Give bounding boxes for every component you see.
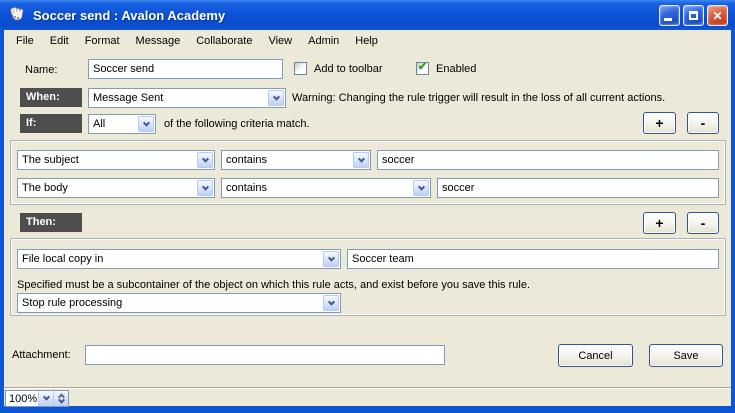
chevron-down-icon[interactable] — [323, 295, 339, 311]
chevron-glyph — [417, 183, 424, 190]
then-add-action-button[interactable]: + — [643, 212, 676, 234]
action-note-text: Specified must be a subcontainer of the … — [17, 279, 530, 291]
menu-admin[interactable]: Admin — [300, 32, 347, 50]
enabled-label: Enabled — [436, 63, 476, 75]
glove-app-icon — [7, 5, 27, 25]
criterion-field-value: The body — [18, 182, 197, 194]
second-action-select[interactable]: Stop rule processing — [17, 293, 341, 313]
attachment-input[interactable] — [85, 345, 445, 365]
menu-message[interactable]: Message — [128, 32, 189, 50]
chevron-down-icon — [57, 397, 64, 404]
menu-format[interactable]: Format — [77, 32, 128, 50]
add-to-toolbar-label: Add to toolbar — [314, 63, 383, 75]
close-icon[interactable]: ✕ — [707, 5, 728, 26]
chevron-down-icon[interactable] — [353, 152, 369, 168]
criterion-operator-select[interactable]: contains — [221, 178, 431, 198]
name-input[interactable] — [88, 59, 283, 79]
chevron-glyph — [357, 155, 364, 162]
criterion-field-select[interactable]: The body — [17, 178, 215, 198]
titlebar[interactable]: Soccer send : Avalon Academy ✕ — [0, 0, 735, 30]
chevron-glyph — [142, 119, 149, 126]
attachment-label: Attachment: — [12, 349, 71, 361]
minimize-icon[interactable] — [659, 5, 680, 26]
action-type-value: File local copy in — [18, 253, 323, 265]
maximize-icon[interactable] — [683, 5, 704, 26]
criterion-operator-value: contains — [222, 154, 353, 166]
add-to-toolbar-checkbox[interactable] — [294, 62, 307, 75]
menu-help[interactable]: Help — [347, 32, 386, 50]
menu-edit[interactable]: Edit — [42, 32, 77, 50]
statusbar-divider — [4, 387, 731, 389]
action-type-select[interactable]: File local copy in — [17, 249, 341, 269]
enabled-checkbox[interactable]: ✔ — [416, 62, 429, 75]
cancel-button[interactable]: Cancel — [558, 344, 633, 367]
maximize-glyph — [689, 11, 698, 20]
if-match-select[interactable]: All — [88, 114, 156, 134]
if-match-value: All — [89, 118, 138, 130]
chevron-glyph — [201, 155, 208, 162]
criterion-field-select[interactable]: The subject — [17, 150, 215, 170]
when-trigger-value: Message Sent — [89, 92, 268, 104]
chevron-glyph — [272, 93, 279, 100]
zoom-chevron-down-icon[interactable] — [38, 391, 53, 406]
name-label: Name: — [25, 64, 57, 76]
zoom-control: 100% — [5, 390, 69, 407]
close-glyph: ✕ — [712, 10, 722, 22]
criteria-groupbox: The subject contains The body contains — [10, 140, 726, 205]
then-remove-action-button[interactable]: - — [687, 212, 719, 234]
chevron-down-icon[interactable] — [413, 180, 429, 196]
criterion-field-value: The subject — [18, 154, 197, 166]
actions-groupbox: File local copy in Specified must be a s… — [10, 238, 726, 316]
when-trigger-select[interactable]: Message Sent — [88, 88, 286, 108]
second-action-value: Stop rule processing — [18, 297, 323, 309]
if-remove-criterion-button[interactable]: - — [687, 112, 719, 134]
action-target-input[interactable] — [347, 249, 719, 269]
if-add-criterion-button[interactable]: + — [643, 112, 676, 134]
rule-editor-window: Soccer send : Avalon Academy ✕ File Edit… — [0, 0, 735, 413]
criterion-operator-value: contains — [222, 182, 413, 194]
chevron-down-icon[interactable] — [323, 251, 339, 267]
chevron-glyph — [327, 254, 334, 261]
menu-view[interactable]: View — [260, 32, 300, 50]
zoom-level-value: 100% — [6, 391, 38, 406]
enabled-check-glyph: ✔ — [418, 62, 427, 73]
criterion-operator-select[interactable]: contains — [221, 150, 371, 170]
save-button[interactable]: Save — [649, 344, 723, 367]
minimize-glyph — [664, 18, 672, 21]
menu-collaborate[interactable]: Collaborate — [188, 32, 260, 50]
when-section-label: When: — [20, 88, 82, 107]
then-section-label: Then: — [20, 213, 82, 232]
window-title: Soccer send : Avalon Academy — [33, 8, 225, 23]
chevron-down-icon[interactable] — [138, 116, 154, 132]
when-warning-text: Warning: Changing the rule trigger will … — [292, 92, 665, 104]
criterion-value-input[interactable] — [437, 178, 719, 198]
chevron-down-icon[interactable] — [268, 90, 284, 106]
chevron-glyph — [201, 183, 208, 190]
zoom-spinner[interactable] — [53, 391, 68, 406]
menu-file[interactable]: File — [8, 32, 42, 50]
menubar: File Edit Format Message Collaborate Vie… — [4, 30, 731, 52]
criterion-value-input[interactable] — [377, 150, 719, 170]
if-section-label: If: — [20, 114, 82, 133]
chevron-down-icon[interactable] — [197, 152, 213, 168]
window-content: File Edit Format Message Collaborate Vie… — [4, 30, 731, 406]
chevron-glyph — [42, 394, 49, 401]
if-suffix-text: of the following criteria match. — [164, 118, 310, 130]
chevron-glyph — [327, 298, 334, 305]
chevron-down-icon[interactable] — [197, 180, 213, 196]
